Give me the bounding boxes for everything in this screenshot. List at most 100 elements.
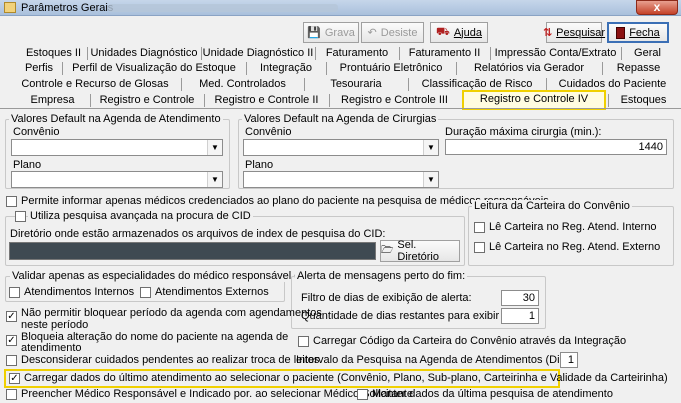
- pesquisar-label: Pesquisar: [556, 26, 606, 39]
- undo-icon: ↶: [367, 27, 377, 39]
- tab-estoques[interactable]: Estoques: [608, 94, 678, 107]
- tab-repasse[interactable]: Repasse: [602, 62, 674, 75]
- fecha-button[interactable]: Fecha: [607, 22, 669, 43]
- pesquisar-button[interactable]: ⇅ Pesquisar: [542, 22, 606, 43]
- window-title: Parâmetros Gerais: [21, 2, 114, 14]
- chevron-down-icon: ▼: [207, 140, 222, 155]
- chevron-down-icon: ▼: [207, 172, 222, 187]
- bloqueia-label-2: atendimento: [21, 342, 82, 354]
- tab-faturamento[interactable]: Faturamento: [315, 47, 398, 60]
- tab-perfis[interactable]: Perfis: [18, 62, 60, 75]
- carregar-codigo-checkbox[interactable]: [298, 336, 309, 347]
- window-icon: [4, 2, 16, 13]
- diretorio-label: Diretório onde estão armazenados os arqu…: [10, 228, 386, 240]
- fecha-label: Fecha: [629, 26, 660, 39]
- tab-relatorios-gerador[interactable]: Relatórios via Gerador: [456, 62, 601, 75]
- atend-internos-checkbox[interactable]: [9, 287, 20, 298]
- cirurgias-convenio-label: Convênio: [245, 126, 292, 138]
- ajuda-label: Ajuda: [453, 26, 482, 39]
- carteira-interno-checkbox[interactable]: [474, 222, 485, 233]
- desconsiderar-checkbox[interactable]: [6, 355, 17, 366]
- filtro-dias-input[interactable]: 30: [501, 290, 539, 306]
- group-atendimento-title: Valores Default na Agenda de Atendimento: [9, 113, 223, 125]
- tab-tesouraria[interactable]: Tesouraria: [304, 78, 407, 91]
- sort-icon: ⇅: [542, 27, 553, 39]
- tab-row-1: Estoques II Unidades Diagnóstico Unidade…: [0, 47, 681, 60]
- quantidade-dias-input[interactable]: 1: [501, 308, 539, 324]
- window-close-button[interactable]: x: [636, 0, 678, 15]
- title-blurred-region: [108, 4, 338, 12]
- atendimento-convenio-label: Convênio: [13, 126, 60, 138]
- carteira-interno-label: Lê Carteira no Reg. Atend. Interno: [489, 221, 657, 233]
- tab-estoques-ii[interactable]: Estoques II: [22, 47, 85, 60]
- duracao-label: Duração máxima cirurgia (min.):: [445, 126, 602, 138]
- intervalo-label: Intervalo da Pesquisa na Agenda de Atend…: [296, 354, 575, 366]
- bloqueia-checkbox[interactable]: ✓: [6, 335, 17, 346]
- tab-prontuario[interactable]: Prontuário Eletrônico: [326, 62, 455, 75]
- group-cirurgias-title: Valores Default na Agenda de Cirurgias: [242, 113, 439, 125]
- carregar-dados-label: Carregar dados do último atendimento ao …: [24, 372, 668, 384]
- manter-checkbox[interactable]: [357, 389, 368, 400]
- pesquisa-cid-label: Utiliza pesquisa avançada na procura de …: [28, 210, 253, 222]
- group-carteira: [468, 206, 674, 266]
- tab-unidades-diagnostico[interactable]: Unidades Diagnóstico: [87, 47, 200, 60]
- nao-permitir-checkbox[interactable]: ✓: [6, 311, 17, 322]
- folder-icon: 🗁: [381, 244, 394, 256]
- group-carteira-title: Leitura da Carteira do Convênio: [472, 200, 632, 212]
- tab-impressao-conta[interactable]: Impressão Conta/Extrato: [490, 47, 620, 60]
- chevron-down-icon: ▼: [423, 172, 438, 187]
- nao-permitir-label-1: Não permitir bloquear período da agenda …: [21, 307, 322, 319]
- carteira-externo-checkbox[interactable]: [474, 242, 485, 253]
- atendimento-plano-select[interactable]: ▼: [11, 171, 223, 188]
- group-alerta-title: Alerta de mensagens perto do fim:: [295, 270, 468, 282]
- filtro-dias-label: Filtro de dias de exibição de alerta:: [301, 292, 472, 304]
- permite-medicos-checkbox[interactable]: [6, 196, 17, 207]
- quantidade-dias-label: Quantidade de dias restantes para exibir…: [301, 310, 533, 322]
- intervalo-input[interactable]: 1: [560, 352, 578, 368]
- carregar-dados-checkbox[interactable]: ✓: [9, 373, 20, 384]
- tab-registro-controle[interactable]: Registro e Controle: [90, 94, 203, 107]
- nao-permitir-label-2: neste período: [21, 319, 89, 331]
- tab-integracao[interactable]: Integração: [246, 62, 325, 75]
- cirurgias-convenio-select[interactable]: ▼: [243, 139, 439, 156]
- carregar-codigo-label: Carregar Código da Carteira do Convênio …: [313, 335, 627, 347]
- preencher-label: Preencher Médico Responsável e Indicado …: [21, 388, 413, 400]
- door-icon: [616, 26, 626, 39]
- tab-divider: [0, 108, 681, 109]
- atendimento-plano-label: Plano: [13, 159, 42, 171]
- sel-diretorio-button[interactable]: 🗁 Sel. Diretório: [380, 239, 460, 263]
- pesquisa-cid-checkbox[interactable]: [15, 211, 26, 222]
- desiste-button[interactable]: ↶ Desiste: [361, 22, 424, 43]
- help-icon: ⛟: [436, 25, 450, 38]
- grava-button[interactable]: 💾 Grava: [303, 22, 359, 43]
- desconsiderar-label: Desconsiderar cuidados pendentes ao real…: [21, 354, 320, 366]
- sel-diretorio-label: Sel. Diretório: [397, 239, 439, 263]
- desiste-label: Desiste: [380, 26, 418, 39]
- tab-faturamento-ii[interactable]: Faturamento II: [399, 47, 489, 60]
- tab-registro-controle-iv[interactable]: Registro e Controle IV: [462, 90, 606, 110]
- save-icon: 💾: [307, 27, 321, 39]
- tab-med-controlados[interactable]: Med. Controlados: [181, 78, 303, 91]
- duracao-input[interactable]: 1440: [445, 139, 667, 155]
- tab-registro-controle-iii[interactable]: Registro e Controle III: [329, 94, 459, 107]
- chevron-down-icon: ▼: [423, 140, 438, 155]
- cirurgias-plano-label: Plano: [245, 159, 274, 171]
- diretorio-input[interactable]: [9, 242, 376, 260]
- atend-externos-label: Atendimentos Externos: [155, 286, 269, 298]
- tab-perfil-visualizacao[interactable]: Perfil de Visualização do Estoque: [62, 62, 245, 75]
- carteira-externo-label: Lê Carteira no Reg. Atend. Externo: [489, 241, 661, 253]
- atend-internos-label: Atendimentos Internos: [24, 286, 135, 298]
- tab-unidade-diagnostico-ii[interactable]: Unidade Diagnóstico II: [201, 47, 314, 60]
- tab-registro-controle-ii[interactable]: Registro e Controle II: [204, 94, 328, 107]
- tab-geral[interactable]: Geral: [621, 47, 673, 60]
- tab-empresa[interactable]: Empresa: [16, 94, 89, 107]
- cirurgias-plano-select[interactable]: ▼: [243, 171, 439, 188]
- preencher-checkbox[interactable]: [6, 389, 17, 400]
- ajuda-button[interactable]: ⛟ Ajuda: [430, 22, 488, 43]
- atendimento-convenio-select[interactable]: ▼: [11, 139, 223, 156]
- tab-row-2: Perfis Perfil de Visualização do Estoque…: [0, 62, 681, 75]
- group-especialidades-title: Validar apenas as especialidades do médi…: [10, 270, 315, 282]
- atend-externos-checkbox[interactable]: [140, 287, 151, 298]
- tab-controle-glosas[interactable]: Controle e Recurso de Glosas: [10, 78, 180, 91]
- grava-label: Grava: [324, 26, 355, 39]
